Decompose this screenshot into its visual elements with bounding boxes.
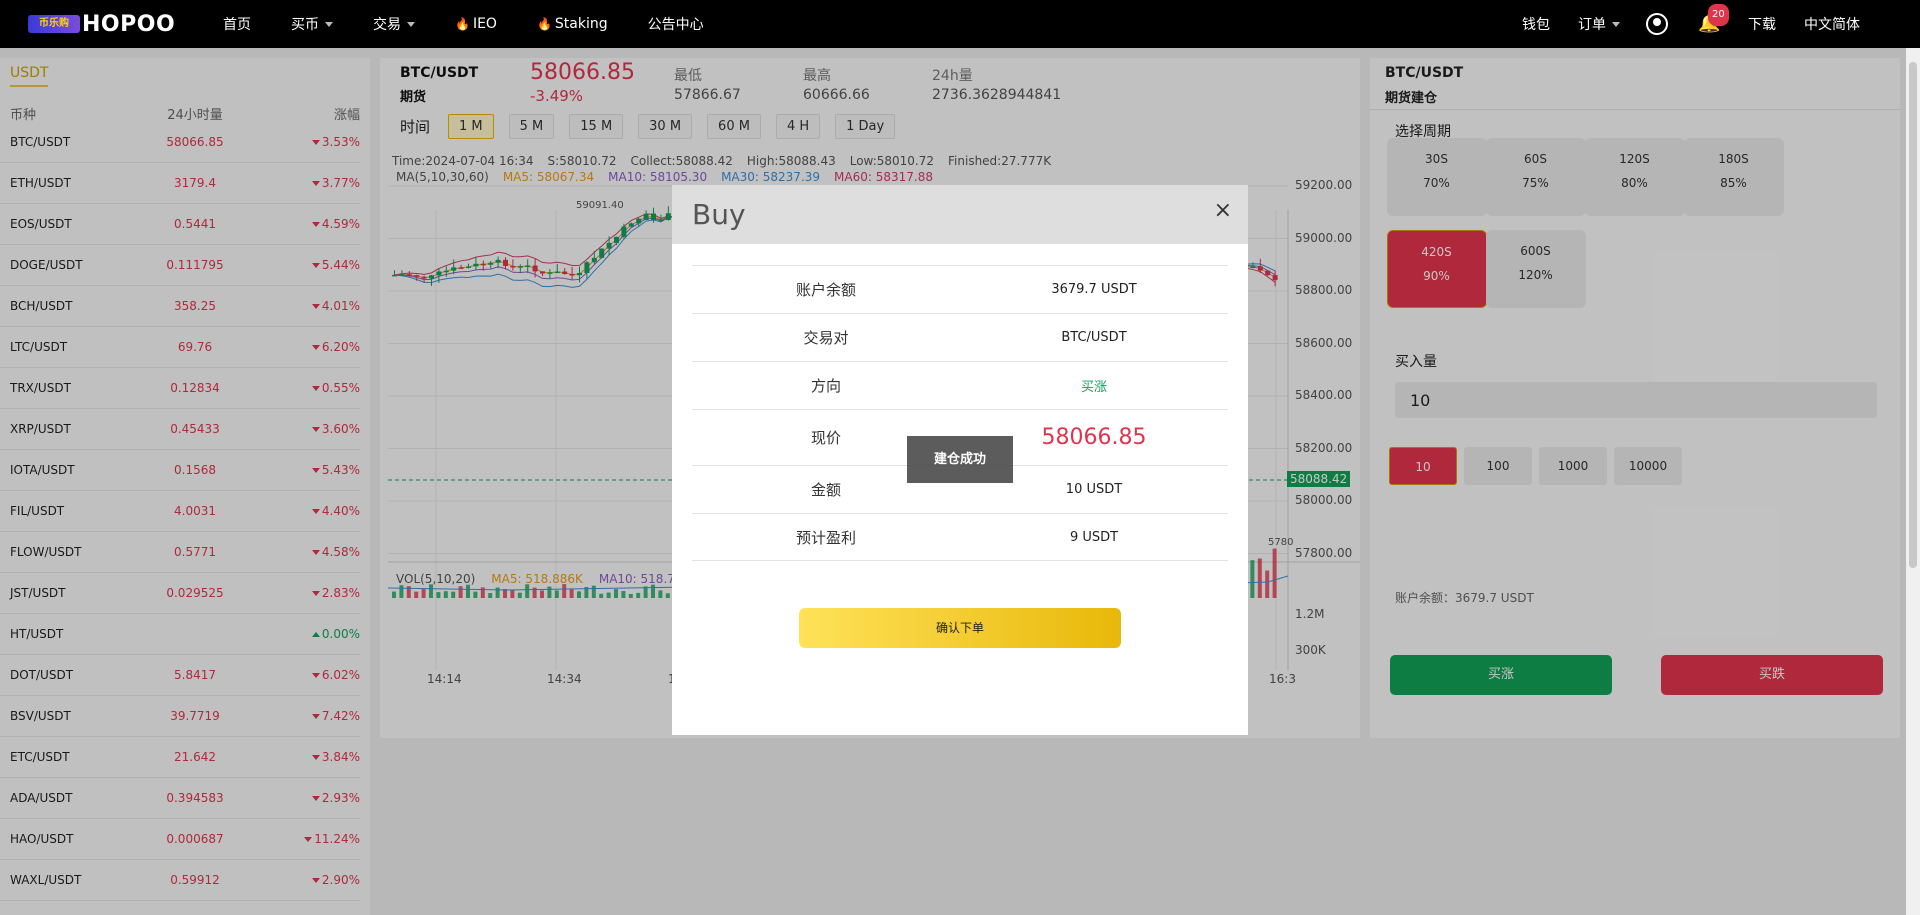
flame-icon: 🔥 bbox=[536, 17, 552, 31]
modal-value: 10 USDT bbox=[1065, 482, 1123, 497]
modal-value: 9 USDT bbox=[1069, 529, 1119, 545]
modal-header: Buy × bbox=[672, 185, 1248, 244]
modal-value: BTC/USDT bbox=[1061, 330, 1127, 345]
nav-orders[interactable]: 订单 bbox=[1578, 14, 1620, 34]
bell-icon[interactable]: 🔔20 bbox=[1698, 4, 1729, 34]
logo-mark: 币乐购 bbox=[28, 15, 80, 33]
nav-ieo[interactable]: 🔥 IEO bbox=[455, 16, 497, 32]
nav-trade[interactable]: 交易 bbox=[373, 14, 415, 34]
modal-key: 预计盈利 bbox=[795, 528, 856, 547]
nav-buy-coin[interactable]: 买币 bbox=[291, 14, 333, 34]
flame-icon: 🔥 bbox=[455, 17, 470, 31]
page-scrollbar[interactable] bbox=[1906, 48, 1920, 915]
nav-wallet[interactable]: 钱包 bbox=[1522, 14, 1550, 34]
nav-notice[interactable]: 公告中心 bbox=[648, 14, 704, 34]
modal-value: 买涨 bbox=[1080, 380, 1107, 395]
modal-row: 预计盈利 9 USDT bbox=[692, 513, 1228, 561]
logo[interactable]: 币乐购 HOPOO bbox=[28, 12, 188, 37]
scroll-thumb[interactable] bbox=[1909, 62, 1917, 568]
confirm-order-button[interactable]: 确认下单 bbox=[799, 608, 1121, 648]
chevron-down-icon bbox=[325, 21, 333, 27]
nav-language[interactable]: 中文简体 bbox=[1804, 14, 1860, 34]
close-icon[interactable]: × bbox=[1214, 196, 1232, 226]
top-navigation: 币乐购 HOPOO 首页 买币 交易 🔥 IEO 🔥 Staking 公告中心 钱包… bbox=[0, 0, 1920, 48]
modal-title: Buy bbox=[692, 198, 746, 231]
modal-row: 方向 买涨 bbox=[692, 361, 1228, 409]
modal-row: 交易对 BTC/USDT bbox=[692, 313, 1228, 361]
chevron-down-icon bbox=[1612, 21, 1620, 27]
success-toast: 建仓成功 bbox=[907, 436, 1013, 483]
nav-download[interactable]: 下载 bbox=[1748, 14, 1776, 34]
chevron-down-icon bbox=[407, 21, 415, 27]
user-icon[interactable] bbox=[1646, 13, 1668, 35]
modal-row: 账户余额 3679.7 USDT bbox=[692, 265, 1228, 313]
notification-badge: 20 bbox=[1708, 4, 1729, 26]
modal-key: 交易对 bbox=[803, 329, 849, 347]
modal-key: 方向 bbox=[810, 377, 841, 395]
modal-details: 账户余额 3679.7 USDT 交易对 BTC/USDT 方向 买涨 现价 58066.85… bbox=[692, 265, 1228, 561]
nav-staking[interactable]: 🔥 Staking bbox=[537, 16, 608, 32]
modal-value: 3679.7 USDT bbox=[1051, 282, 1137, 297]
logo-text: HOPOO bbox=[82, 11, 176, 37]
nav-home[interactable]: 首页 bbox=[223, 14, 251, 34]
modal-key: 账户余额 bbox=[795, 281, 856, 299]
